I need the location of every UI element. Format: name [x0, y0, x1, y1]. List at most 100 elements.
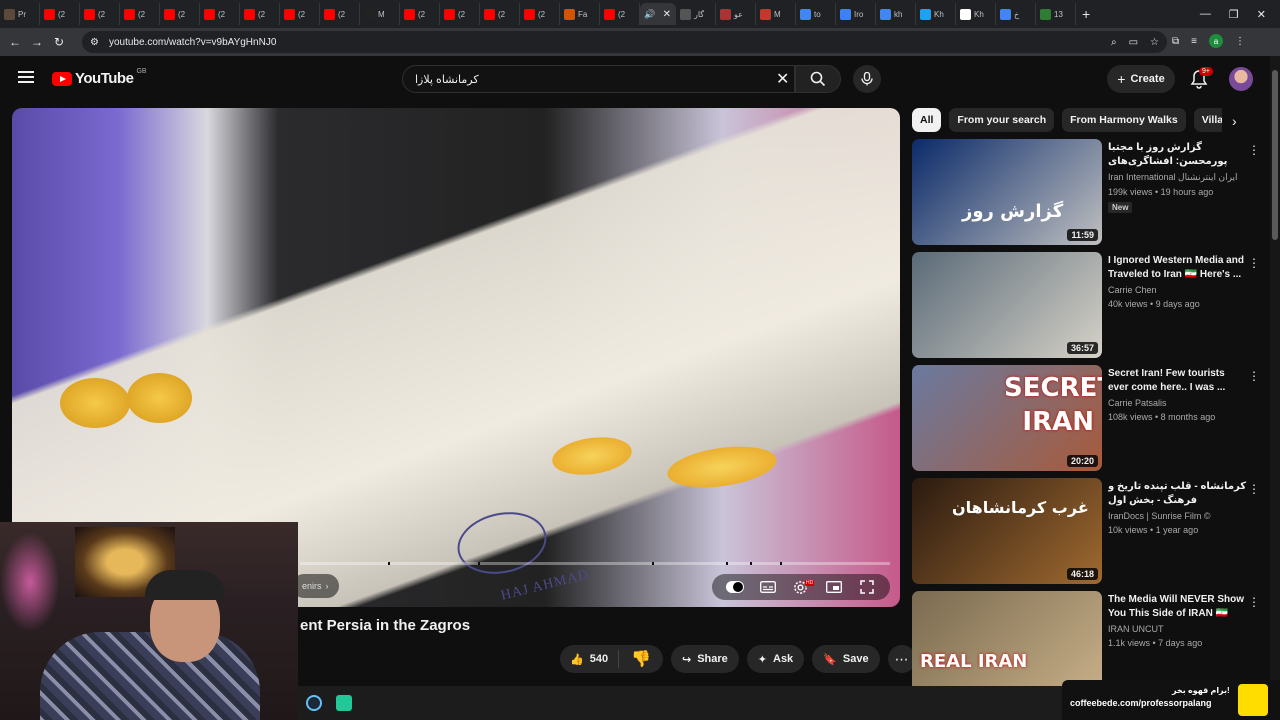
save-button[interactable]: 🔖 Save: [812, 645, 880, 673]
browser-tab[interactable]: (2: [480, 3, 520, 25]
recommended-video[interactable]: گزارش روز 11:59 گزارش روز با مجتبا پورمحسن…: [912, 139, 1272, 245]
browser-tab[interactable]: Kh: [956, 3, 996, 25]
close-window-button[interactable]: ✕: [1257, 8, 1266, 21]
chips-next-arrow-icon[interactable]: ›: [1232, 113, 1237, 129]
buy-me-coffee-overlay: برام قهوه بخر! coffeebede.com/professorp…: [1062, 680, 1280, 720]
browser-tab[interactable]: Kh: [916, 3, 956, 25]
chip-from-channel[interactable]: From Harmony Walks: [1062, 108, 1186, 132]
fullscreen-icon[interactable]: [858, 580, 876, 594]
voice-search-button[interactable]: [853, 65, 881, 93]
channel-name[interactable]: Iran International ایران اینترنشنال: [1108, 172, 1248, 183]
channel-name[interactable]: Carrie Patsalis: [1108, 398, 1248, 408]
browser-tab[interactable]: (2: [120, 3, 160, 25]
browser-tab[interactable]: (2: [240, 3, 280, 25]
reload-icon[interactable]: ↻: [48, 35, 70, 49]
video-progress-bar[interactable]: [300, 562, 890, 565]
chrome-menu-icon[interactable]: ⋮: [1235, 36, 1245, 47]
clear-search-icon[interactable]: ✕: [776, 69, 789, 89]
browser-tab[interactable]: خ: [996, 3, 1036, 25]
browser-tab[interactable]: عو: [716, 3, 756, 25]
more-options-icon[interactable]: ⋮: [1248, 256, 1260, 270]
dislike-button[interactable]: 👎: [619, 650, 663, 668]
ask-button[interactable]: ✦ Ask: [746, 645, 805, 673]
share-button[interactable]: ↪ Share: [670, 645, 739, 673]
browser-tab[interactable]: M: [360, 3, 400, 25]
maximize-button[interactable]: ❐: [1229, 8, 1239, 21]
more-options-icon[interactable]: ⋮: [1248, 595, 1260, 609]
video-thumbnail[interactable]: SECRET IRAN 20:20: [912, 365, 1102, 471]
thumbnail-overlay-text: SECRET IRAN: [1004, 373, 1102, 437]
autoplay-toggle[interactable]: [725, 580, 744, 594]
cast-icon[interactable]: ▭: [1129, 37, 1138, 48]
channel-name[interactable]: IRAN UNCUT: [1108, 624, 1248, 634]
video-title-link[interactable]: کرمانشاه - قلب تپنده تاریخ و فرهنگ - بخش…: [1108, 480, 1248, 508]
browser-tab[interactable]: (2: [400, 3, 440, 25]
zoom-icon[interactable]: ⌕: [1111, 37, 1117, 48]
video-title-link[interactable]: Secret Iran! Few tourists ever come here…: [1108, 367, 1248, 395]
more-options-icon[interactable]: ⋮: [1248, 369, 1260, 383]
browser-tab[interactable]: Pr: [0, 3, 40, 25]
recommended-video[interactable]: SECRET IRAN 20:20 Secret Iran! Few tourist…: [912, 365, 1272, 471]
forward-icon[interactable]: →: [26, 35, 48, 49]
search-button[interactable]: [795, 65, 841, 93]
browser-tab[interactable]: Fa: [560, 3, 600, 25]
channel-name[interactable]: Carrie Chen: [1108, 285, 1248, 295]
chapter-title-button[interactable]: enirs ›: [292, 574, 339, 598]
browser-tab[interactable]: (2: [40, 3, 80, 25]
bookmark-star-icon[interactable]: ☆: [1150, 37, 1159, 48]
account-avatar[interactable]: [1229, 67, 1253, 91]
chip-villages[interactable]: Villages: [1193, 108, 1222, 132]
video-thumbnail[interactable]: غرب کرمانشاهان 46:18: [912, 478, 1102, 584]
search-input[interactable]: کرمانشاه پلازا: [402, 65, 795, 93]
browser-tab[interactable]: (2: [600, 3, 640, 25]
subtitles-icon[interactable]: [759, 580, 777, 594]
extensions-icon[interactable]: ⧉: [1172, 36, 1179, 47]
browser-tab[interactable]: (2: [200, 3, 240, 25]
app-icon[interactable]: [336, 695, 352, 711]
tab-favicon-icon: [364, 8, 375, 20]
profile-icon[interactable]: a: [1208, 34, 1223, 48]
more-options-icon[interactable]: ⋮: [1248, 143, 1260, 157]
coffee-cup-icon: [1238, 684, 1268, 716]
tab-label: (2: [58, 9, 66, 19]
hamburger-menu-icon[interactable]: [18, 71, 34, 83]
media-control-icon[interactable]: ≡: [1191, 36, 1197, 47]
recommended-video[interactable]: 36:57 I Ignored Western Media and Travele…: [912, 252, 1272, 358]
recommended-video[interactable]: غرب کرمانشاهان 46:18 کرمانشاه - قلب تپنده …: [912, 478, 1272, 584]
address-bar[interactable]: ⚙ youtube.com/watch?v=v9bAYgHnNJ0 ⌕ ▭ ☆: [82, 31, 1167, 53]
chip-from-your-search[interactable]: From your search: [949, 108, 1055, 132]
steam-icon[interactable]: [306, 695, 322, 711]
tab-favicon-icon: [524, 8, 535, 20]
video-title-link[interactable]: I Ignored Western Media and Traveled to …: [1108, 254, 1248, 282]
channel-name[interactable]: IranDocs | Sunrise Film ©: [1108, 511, 1248, 521]
tab-close-icon[interactable]: ✕: [663, 9, 671, 20]
back-icon[interactable]: ←: [4, 35, 26, 49]
browser-tab[interactable]: (2: [520, 3, 560, 25]
minimize-button[interactable]: —: [1200, 8, 1211, 21]
browser-tab[interactable]: (2: [80, 3, 120, 25]
active-tab[interactable]: 🔊 ✕: [640, 3, 676, 25]
chip-all[interactable]: All: [912, 108, 942, 132]
browser-tab[interactable]: M: [756, 3, 796, 25]
browser-tab[interactable]: kh: [876, 3, 916, 25]
browser-tab[interactable]: (2: [160, 3, 200, 25]
browser-tab[interactable]: گار: [676, 3, 716, 25]
more-options-icon[interactable]: ⋮: [1248, 482, 1260, 496]
site-info-icon[interactable]: ⚙: [90, 37, 99, 48]
browser-tab[interactable]: 13: [1036, 3, 1076, 25]
browser-tab[interactable]: to: [796, 3, 836, 25]
video-title-link[interactable]: گزارش روز با مجتبا پورمحسن: افشاگری‌های …: [1108, 141, 1248, 169]
browser-tab[interactable]: (2: [440, 3, 480, 25]
video-thumbnail[interactable]: 36:57: [912, 252, 1102, 358]
browser-tab[interactable]: (2: [280, 3, 320, 25]
miniplayer-icon[interactable]: [825, 580, 843, 594]
video-thumbnail[interactable]: گزارش روز 11:59: [912, 139, 1102, 245]
new-tab-button[interactable]: +: [1082, 6, 1090, 22]
youtube-logo[interactable]: YouTube GB: [52, 68, 147, 87]
browser-tab[interactable]: Iro: [836, 3, 876, 25]
like-button[interactable]: 👍 540: [560, 650, 620, 668]
create-button[interactable]: + Create: [1107, 65, 1175, 93]
browser-tab[interactable]: (2: [320, 3, 360, 25]
scrollbar-thumb[interactable]: [1272, 70, 1278, 240]
video-title-link[interactable]: The Media Will NEVER Show You This Side …: [1108, 593, 1248, 621]
